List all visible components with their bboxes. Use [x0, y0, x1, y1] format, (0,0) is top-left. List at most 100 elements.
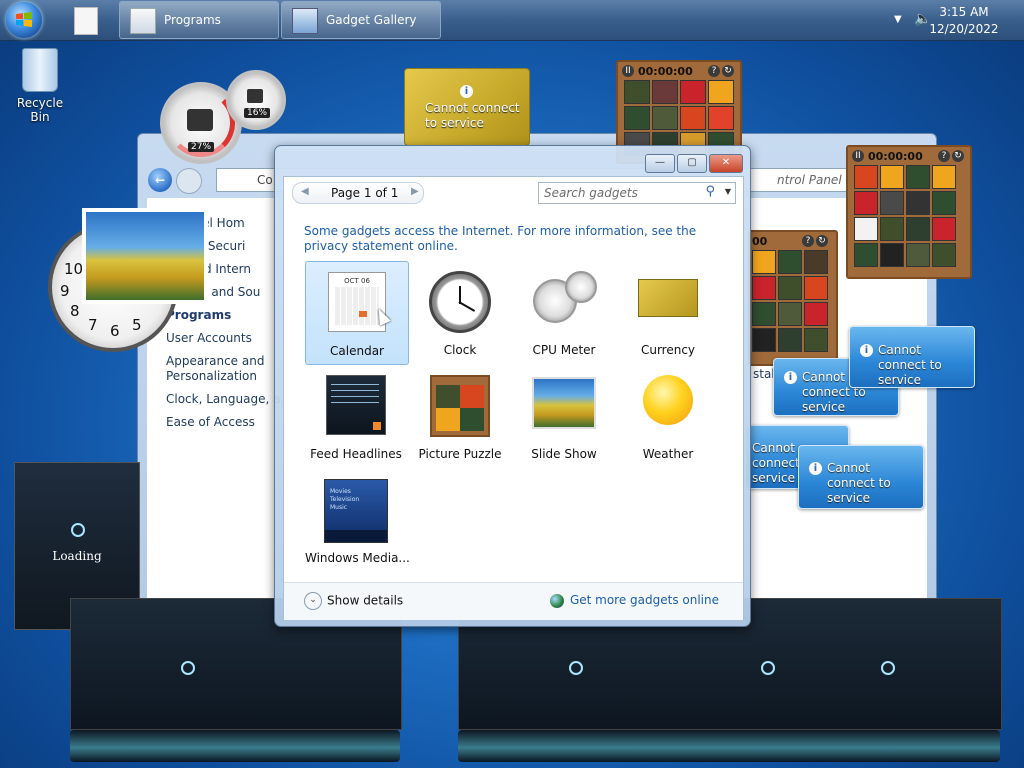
gadget-calendar[interactable]: OCT 06 Calendar: [305, 261, 409, 365]
control-panel-search-placeholder: ntrol Panel: [777, 173, 842, 187]
close-button[interactable]: ✕: [709, 154, 743, 173]
gadget-label: Picture Puzzle: [418, 447, 502, 461]
clock-num-6: 6: [110, 322, 120, 340]
gadget-clock[interactable]: Clock: [409, 261, 511, 363]
internet-notice[interactable]: Some gadgets access the Internet. For mo…: [304, 224, 714, 254]
clock-num-8: 8: [70, 302, 80, 320]
search-dropdown-icon[interactable]: ▼: [725, 187, 731, 196]
clock-time[interactable]: 3:15 AM: [924, 5, 1004, 19]
gadget-label: CPU Meter: [532, 343, 596, 357]
taskbar-task-label: Programs: [164, 13, 221, 27]
get-more-gadgets-link[interactable]: Get more gadgets online: [549, 593, 719, 608]
taskbar-task-programs[interactable]: Programs: [119, 1, 279, 39]
weather-sun-icon: [643, 375, 693, 425]
cp-link-appearance[interactable]: Appearance and: [166, 354, 280, 369]
slide-show-gadget[interactable]: [82, 208, 208, 304]
gadget-gallery-window[interactable]: — ▢ ✕ ◀ Page 1 of 1 ▶ Search gadgets ⚲ ▼…: [274, 145, 751, 627]
control-panel-icon: [130, 8, 156, 34]
feed-bar-left: [70, 730, 400, 762]
clock-num-10: 10: [64, 260, 84, 278]
page-label: Page 1 of 1: [331, 186, 399, 200]
page-navigator: ◀ Page 1 of 1 ▶: [292, 182, 424, 204]
gadget-picture-puzzle[interactable]: Picture Puzzle: [409, 365, 511, 467]
picture-puzzle-icon: [430, 375, 490, 437]
show-hidden-icons-icon[interactable]: ▼: [894, 14, 902, 25]
desktop: Recycle Bin ← Co ntrol Panel ol Panel Ho…: [0, 0, 1024, 768]
calendar-icon: OCT 06: [328, 272, 386, 332]
puzzle-grid-3[interactable]: [752, 250, 828, 352]
minimize-button[interactable]: —: [645, 154, 675, 173]
address-text: Co: [257, 173, 273, 187]
clock-date[interactable]: 12/20/2022: [924, 22, 1004, 36]
gallery-footer: ⌄ Show details Get more gadgets online: [284, 582, 743, 620]
taskbar-task-gadget-gallery[interactable]: Gadget Gallery: [281, 1, 441, 39]
clock-num-7: 7: [88, 316, 98, 334]
gadget-weather[interactable]: Weather: [617, 365, 719, 467]
puzzle-help-icon-2[interactable]: ?: [938, 150, 950, 162]
taskbar-file-icon[interactable]: [74, 7, 98, 35]
tulips-image: [86, 212, 204, 300]
puzzle-help-icon[interactable]: ?: [708, 65, 720, 77]
get-more-label: Get more gadgets online: [569, 593, 719, 607]
info-icon: i: [809, 462, 822, 475]
cpu-percent: 27%: [188, 142, 215, 152]
picture-puzzle-gadget-3[interactable]: 00 ? ↻: [748, 230, 838, 366]
puzzle-help-icon-3[interactable]: ?: [802, 235, 814, 247]
show-details-button[interactable]: ⌄ Show details: [304, 592, 403, 610]
cpu-meter-dial-small: [565, 271, 597, 303]
recycle-bin-label: Recycle Bin: [16, 96, 64, 124]
forward-button[interactable]: [176, 168, 202, 194]
puzzle-preview: [436, 385, 484, 431]
gadget-label: Weather: [642, 447, 694, 461]
clock-icon: [429, 271, 491, 333]
cannot-connect-text-2: Cannot connect to service: [878, 343, 942, 387]
cp-link-user-accounts[interactable]: User Accounts: [166, 327, 280, 350]
media-bar: [325, 530, 387, 542]
puzzle-shuffle-icon[interactable]: ↻: [722, 65, 734, 77]
puzzle-shuffle-icon-2[interactable]: ↻: [952, 150, 964, 162]
puzzle-grid-2[interactable]: [854, 165, 956, 267]
recycle-bin-icon: [22, 48, 58, 92]
restore-button[interactable]: ▢: [677, 154, 707, 173]
puzzle-pause-icon[interactable]: II: [622, 65, 634, 77]
gadget-slide-show[interactable]: Slide Show: [513, 365, 615, 467]
feed-spinner-icon: [881, 661, 895, 675]
gadget-label: Feed Headlines: [310, 447, 402, 461]
puzzle-shuffle-icon-3[interactable]: ↻: [816, 235, 828, 247]
info-icon: i: [460, 85, 473, 98]
calendar-grid: [335, 287, 379, 325]
prev-page-icon[interactable]: ◀: [301, 186, 309, 197]
cannot-connect-tile-4[interactable]: i Cannot connect to service: [798, 445, 924, 509]
back-button[interactable]: ←: [148, 168, 172, 192]
cp-link-programs[interactable]: Programs: [166, 304, 280, 327]
currency-cannot-connect: Cannot connect to service: [425, 101, 520, 130]
start-button[interactable]: [6, 2, 42, 38]
recycle-bin[interactable]: Recycle Bin: [8, 48, 72, 124]
feed-spinner-icon: [181, 661, 195, 675]
picture-puzzle-gadget-2[interactable]: II 00:00:00 ? ↻: [846, 145, 972, 279]
clock-hand-hour: [458, 301, 476, 312]
search-gadgets-input[interactable]: Search gadgets ⚲ ▼: [538, 182, 736, 204]
gadget-label: Currency: [640, 343, 696, 357]
cpu-meter-gadget[interactable]: 27% 16%: [160, 70, 290, 164]
taskbar-task-label: Gadget Gallery: [326, 13, 417, 27]
gadget-windows-media-center[interactable]: Movies Television Music Windows Media...: [305, 469, 410, 571]
cp-link-personalization[interactable]: Personalization: [166, 369, 280, 384]
next-page-icon[interactable]: ▶: [411, 186, 419, 197]
currency-gadget[interactable]: i Cannot connect to service: [404, 68, 530, 146]
gadget-cpu-meter[interactable]: CPU Meter: [513, 261, 615, 363]
puzzle-pause-icon-2[interactable]: II: [852, 150, 864, 162]
gadget-currency[interactable]: Currency: [617, 261, 719, 363]
cp-link-clock-language[interactable]: Clock, Language, a: [166, 388, 280, 411]
slide-show-icon: [532, 377, 596, 429]
gadget-feed-headlines[interactable]: Feed Headlines: [305, 365, 407, 467]
show-details-label: Show details: [327, 593, 404, 608]
memory-dial: [226, 70, 286, 130]
search-icon[interactable]: ⚲: [705, 184, 715, 199]
cp-link-ease-of-access[interactable]: Ease of Access: [166, 411, 280, 434]
cannot-connect-text-4: Cannot connect to service: [827, 461, 891, 505]
gadget-label: Clock: [443, 343, 477, 357]
cannot-connect-tile-2[interactable]: i Cannot connect to service: [849, 326, 975, 388]
media-line-3: Music: [330, 504, 348, 511]
windows-media-center-icon: Movies Television Music: [324, 479, 388, 543]
